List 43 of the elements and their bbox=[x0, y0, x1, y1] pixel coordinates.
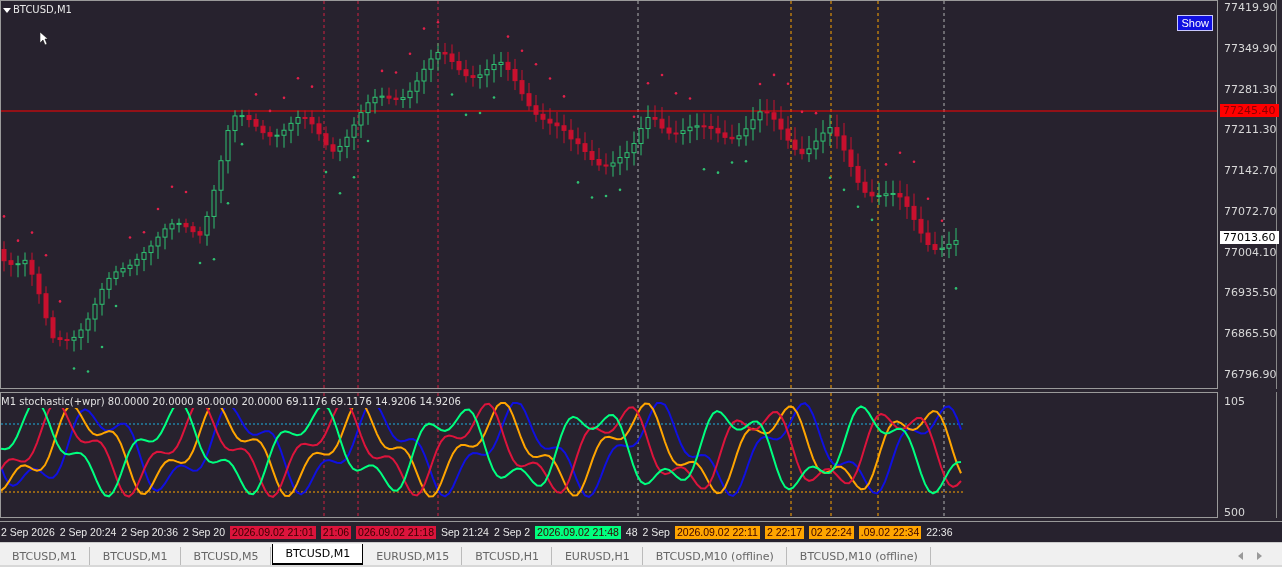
time-marker-tag: 2 22:17 bbox=[764, 525, 804, 539]
price-axis-label: 76865.50 bbox=[1224, 327, 1277, 341]
time-marker-tag: 2026.09.02 21:01 bbox=[230, 525, 316, 539]
chart-tab[interactable]: BTCUSD,M10 (offline) bbox=[787, 547, 931, 565]
time-axis-label: 2 Sep 2 bbox=[493, 525, 531, 539]
time-axis-label: 2 Sep 2026 bbox=[1, 525, 55, 539]
chart-tab[interactable]: EURUSD,M15 bbox=[364, 547, 463, 565]
time-marker-tag: 02 22:24 bbox=[809, 525, 854, 539]
time-marker-tag: 026.09.02 21:18 bbox=[356, 525, 436, 539]
price-axis-label: 77281.30 bbox=[1224, 82, 1277, 96]
chart-tab[interactable]: BTCUSD,M1 bbox=[272, 544, 364, 565]
chart-tab[interactable]: BTCUSD,M10 (offline) bbox=[643, 547, 787, 565]
time-axis-label: 2 Sep 20:24 bbox=[59, 525, 117, 539]
price-axis-label: 77349.90 bbox=[1224, 41, 1277, 55]
time-axis-label: 2 Sep bbox=[642, 525, 670, 539]
price-axis-label: 77142.70 bbox=[1224, 164, 1277, 178]
time-marker-tag: 21:06 bbox=[320, 525, 352, 539]
indicator-axis-label: 105 bbox=[1224, 395, 1245, 408]
price-axis-label: 77072.70 bbox=[1224, 204, 1277, 218]
time-axis-label: 22:36 bbox=[926, 525, 953, 539]
time-axis-label: 48 bbox=[625, 525, 638, 539]
time-marker-tag: 2026.09.02 22:11 bbox=[674, 525, 760, 539]
time-marker-tag: 2026.09.02 21:48 bbox=[535, 525, 621, 539]
chart-tab[interactable]: BTCUSD,M1 bbox=[0, 547, 90, 565]
indicator-axis-label: 500 bbox=[1224, 506, 1245, 519]
indicator-title: M1 stochastic(+wpr) 80.0000 20.0000 80.0000 20.0000 69.1176 69.1176 14.9206 14.9206 bbox=[1, 396, 461, 408]
time-marker-tag: .09.02 22:34 bbox=[858, 525, 922, 539]
time-axis-label: 2 Sep 20 bbox=[183, 525, 226, 539]
time-axis-label: Sep 21:24 bbox=[441, 525, 489, 539]
chart-tab[interactable]: BTCUSD,H1 bbox=[463, 547, 552, 565]
price-axis-label: 77211.30 bbox=[1224, 123, 1277, 137]
price-axis-label: 76796.90 bbox=[1224, 368, 1277, 381]
chart-title: BTCUSD,M1 bbox=[13, 4, 72, 15]
price-level-tag: 77245.40 bbox=[1220, 104, 1279, 117]
price-axis-label: 76935.50 bbox=[1224, 286, 1277, 300]
chart-tab[interactable]: BTCUSD,M1 bbox=[90, 547, 181, 565]
price-axis-label: 77419.90 bbox=[1224, 1, 1277, 14]
current-price-tag: 77013.60 bbox=[1220, 231, 1279, 244]
show-button[interactable]: Show bbox=[1177, 15, 1213, 31]
time-axis-label: 2 Sep 20:36 bbox=[121, 525, 178, 539]
chart-tab[interactable]: EURUSD,H1 bbox=[552, 547, 643, 565]
chart-tab[interactable]: BTCUSD,M5 bbox=[181, 547, 272, 565]
price-axis-label: 77004.10 bbox=[1224, 245, 1277, 259]
